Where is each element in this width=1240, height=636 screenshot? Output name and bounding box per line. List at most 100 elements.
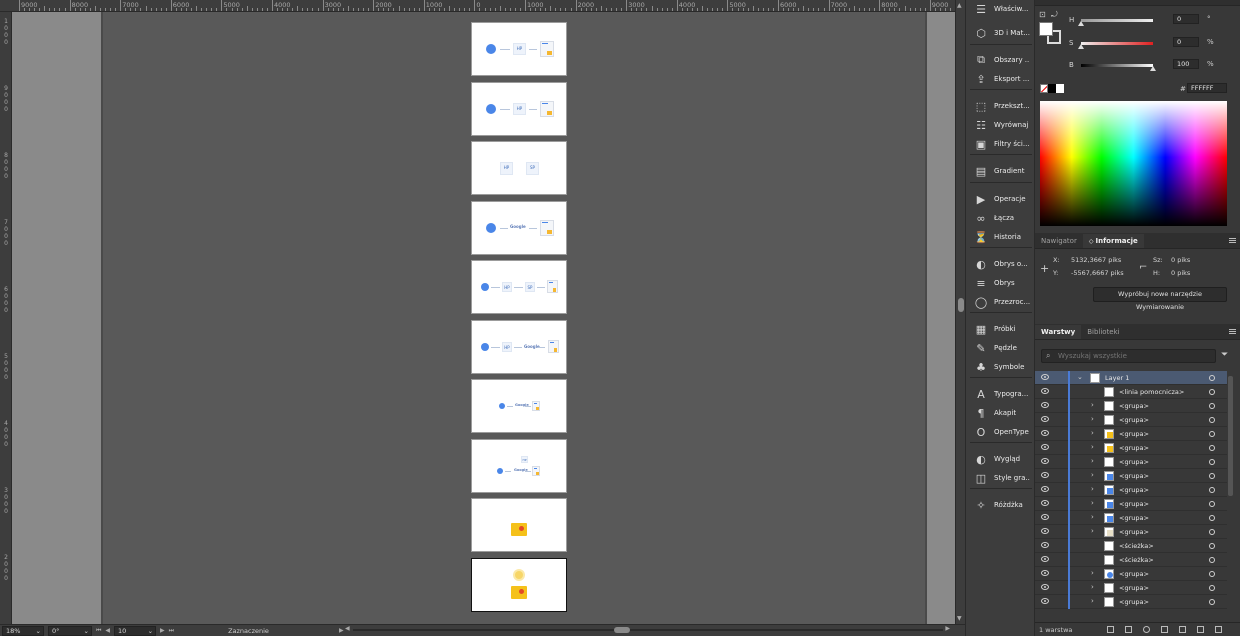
target-circle-icon[interactable] xyxy=(1209,543,1215,549)
dock-item-stroke[interactable]: ≡ Obrys xyxy=(966,274,1036,292)
artboard-number-select[interactable]: 10 ⌄ xyxy=(114,625,157,636)
dock-item-character[interactable]: A Typogra... xyxy=(966,385,1036,403)
canvas-vertical-scrollbar[interactable]: ▲ ▼ xyxy=(955,0,965,624)
vertical-ruler[interactable]: 100090008000700060005000400030002000 xyxy=(0,12,12,624)
artboard-8[interactable]: HP Google xyxy=(471,439,567,493)
filter-icon[interactable]: ⏷ xyxy=(1221,350,1228,360)
document-canvas[interactable]: HP HP HP SP Google HP SP HP Google Google HP Google xyxy=(12,12,955,624)
tab-info[interactable]: ◇ Informacje xyxy=(1082,234,1144,248)
visibility-eye-icon[interactable] xyxy=(1041,444,1049,450)
chevron-right-icon[interactable]: › xyxy=(1091,485,1094,493)
visibility-eye-icon[interactable] xyxy=(1041,584,1049,590)
color-spectrum[interactable] xyxy=(1040,101,1227,226)
dock-item-magic-wand[interactable]: ✧ Różdżka xyxy=(966,496,1036,514)
artboard-6[interactable]: HP Google xyxy=(471,320,567,374)
visibility-eye-icon[interactable] xyxy=(1041,570,1049,576)
tab-navigator[interactable]: Nawigator xyxy=(1035,234,1083,248)
chevron-right-icon[interactable]: › xyxy=(1091,527,1094,535)
visibility-eye-icon[interactable] xyxy=(1041,514,1049,520)
dock-item-appearance[interactable]: ◐ Obrys o... xyxy=(966,255,1036,273)
layer-row[interactable]: › <grupa> xyxy=(1035,483,1227,497)
dock-item-links[interactable]: ∞ Łącza xyxy=(966,209,1036,227)
layer-row[interactable]: <linia pomocnicza> xyxy=(1035,385,1227,399)
export-icon[interactable] xyxy=(1125,626,1132,633)
visibility-eye-icon[interactable] xyxy=(1041,458,1049,464)
visibility-eye-icon[interactable] xyxy=(1041,388,1049,394)
dock-item-pathfinder[interactable]: ▣ Filtry ści... xyxy=(966,135,1036,153)
panel-menu-icon[interactable] xyxy=(1229,329,1236,334)
target-circle-icon[interactable] xyxy=(1209,585,1215,591)
layer-row[interactable]: › <grupa> xyxy=(1035,581,1227,595)
dock-item-paragraph[interactable]: ¶ Akapit xyxy=(966,404,1036,422)
scroll-thumb[interactable] xyxy=(1228,376,1233,496)
chevron-right-icon[interactable]: › xyxy=(1091,429,1094,437)
visibility-eye-icon[interactable] xyxy=(1041,374,1049,380)
delete-icon[interactable] xyxy=(1215,626,1222,633)
fill-swatch[interactable] xyxy=(1039,22,1053,36)
layer-row[interactable]: › <grupa> xyxy=(1035,441,1227,455)
slider-thumb[interactable] xyxy=(1078,43,1084,49)
layer-row[interactable]: <ścieżka> xyxy=(1035,553,1227,567)
artboard-10[interactable] xyxy=(471,558,567,612)
s-slider[interactable] xyxy=(1078,41,1153,49)
target-circle-icon[interactable] xyxy=(1209,445,1215,451)
dock-item-transparency[interactable]: ◯ Przezroc... xyxy=(966,293,1036,311)
dock-item-symbols[interactable]: ♣ Symbole xyxy=(966,358,1036,376)
scroll-down-icon[interactable]: ▼ xyxy=(957,615,962,622)
visibility-eye-icon[interactable] xyxy=(1041,556,1049,562)
chevron-down-icon[interactable]: ⌄ xyxy=(1077,373,1083,381)
dock-item-properties[interactable]: ☰ Właściw... xyxy=(966,0,1036,18)
b-value-input[interactable]: 100 xyxy=(1173,59,1199,69)
slider-thumb[interactable] xyxy=(1078,20,1084,26)
new-sublayer-icon[interactable] xyxy=(1179,626,1186,633)
white-swatch[interactable] xyxy=(1056,84,1064,93)
chevron-right-icon[interactable]: › xyxy=(1091,499,1094,507)
zoom-select[interactable]: 18% ⌄ xyxy=(2,625,44,636)
target-circle-icon[interactable] xyxy=(1209,599,1215,605)
slider-thumb[interactable] xyxy=(1150,65,1156,71)
dock-item-export[interactable]: ⇪ Eksport ... xyxy=(966,70,1036,88)
dock-item-cube[interactable]: ⬡ 3D i Mat... xyxy=(966,24,1036,42)
scroll-up-icon[interactable]: ▲ xyxy=(957,2,962,9)
scroll-thumb[interactable] xyxy=(614,627,630,633)
scroll-right-icon[interactable]: ▶ xyxy=(945,625,950,632)
locate-object-icon[interactable] xyxy=(1107,626,1114,633)
visibility-eye-icon[interactable] xyxy=(1041,528,1049,534)
target-circle-icon[interactable] xyxy=(1209,571,1215,577)
new-layer-icon[interactable] xyxy=(1197,626,1204,633)
panel-menu-icon[interactable] xyxy=(1229,238,1236,243)
layers-scrollbar[interactable] xyxy=(1227,370,1235,622)
status-menu-icon[interactable]: ▶ xyxy=(339,627,344,634)
chevron-right-icon[interactable]: › xyxy=(1091,457,1094,465)
layer-row[interactable]: › <grupa> xyxy=(1035,455,1227,469)
chevron-right-icon[interactable]: › xyxy=(1091,415,1094,423)
chevron-right-icon[interactable]: › xyxy=(1091,513,1094,521)
target-circle-icon[interactable] xyxy=(1209,515,1215,521)
visibility-eye-icon[interactable] xyxy=(1041,472,1049,478)
target-circle-icon[interactable] xyxy=(1209,501,1215,507)
dock-item-swatches[interactable]: ▦ Próbki xyxy=(966,320,1036,338)
dock-item-actions[interactable]: ▶ Operacje xyxy=(966,190,1036,208)
layer-row[interactable]: <ścieżka> xyxy=(1035,539,1227,553)
target-circle-icon[interactable] xyxy=(1209,529,1215,535)
first-artboard-icon[interactable]: ⏮ xyxy=(96,627,101,635)
layer-row[interactable]: › <grupa> xyxy=(1035,525,1227,539)
target-circle-icon[interactable] xyxy=(1209,389,1215,395)
s-value-input[interactable]: 0 xyxy=(1173,37,1199,47)
target-circle-icon[interactable] xyxy=(1209,403,1215,409)
dock-item-graphic-styles[interactable]: ◫ Style gra... xyxy=(966,469,1036,487)
dock-item-history[interactable]: ⏳ Historia xyxy=(966,228,1036,246)
dock-item-gradient[interactable]: ▤ Gradient xyxy=(966,162,1036,180)
visibility-eye-icon[interactable] xyxy=(1041,542,1049,548)
layer-row[interactable]: › <grupa> xyxy=(1035,497,1227,511)
artboard-7[interactable]: Google xyxy=(471,379,567,433)
layer-row[interactable]: › <grupa> xyxy=(1035,469,1227,483)
visibility-eye-icon[interactable] xyxy=(1041,486,1049,492)
artboard-5[interactable]: HP SP xyxy=(471,260,567,314)
target-circle-icon[interactable] xyxy=(1209,473,1215,479)
horizontal-ruler[interactable]: 9000 8000 7000 6000 5000 4000 3000 2000 1000 0 100… xyxy=(0,0,955,12)
target-circle-icon[interactable] xyxy=(1209,431,1215,437)
tab-libraries[interactable]: Biblioteki xyxy=(1081,325,1125,339)
artboard-4[interactable]: Google xyxy=(471,201,567,255)
clipping-mask-icon[interactable] xyxy=(1161,626,1168,633)
